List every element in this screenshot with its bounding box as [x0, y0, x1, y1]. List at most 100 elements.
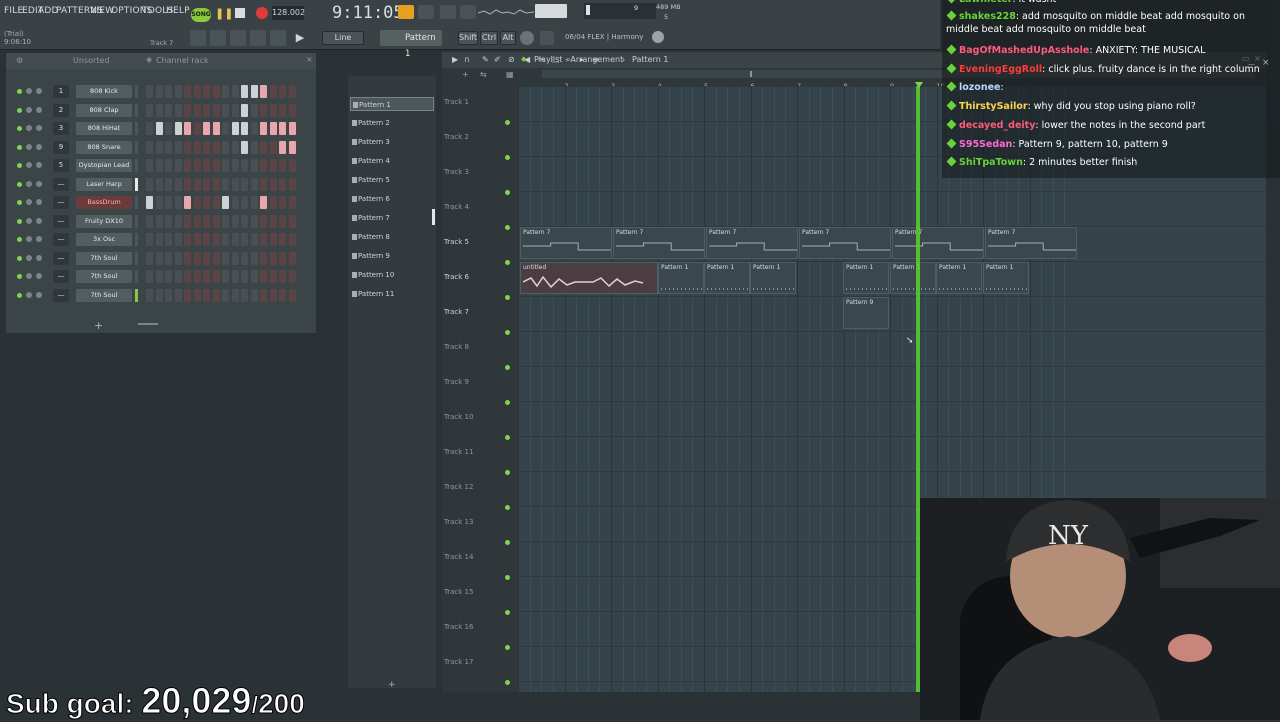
step-button[interactable] — [146, 103, 153, 117]
step-button[interactable] — [155, 177, 163, 191]
step-button[interactable] — [193, 196, 201, 209]
step-button[interactable] — [222, 288, 229, 302]
step-button[interactable] — [231, 85, 239, 98]
pattern-clip[interactable]: Pattern 1 — [983, 262, 1029, 294]
step-button[interactable] — [222, 85, 229, 98]
track-header[interactable]: Track 16 — [444, 623, 504, 657]
tempo-display[interactable]: 128.002 — [272, 6, 305, 20]
step-button[interactable] — [269, 251, 277, 265]
step-button[interactable] — [250, 196, 258, 209]
metronome-icon[interactable] — [398, 5, 414, 19]
track-enable-led[interactable] — [505, 680, 510, 685]
master-volume-icon[interactable] — [535, 4, 567, 18]
step-button[interactable] — [269, 214, 277, 228]
step-button[interactable] — [250, 122, 258, 135]
arrows-icon[interactable]: ⇆ — [480, 70, 487, 79]
step-button[interactable] — [260, 288, 267, 302]
step-button[interactable] — [165, 140, 172, 154]
step-button[interactable] — [231, 140, 239, 154]
step-button[interactable] — [165, 122, 172, 135]
track-header[interactable]: Track 1 — [444, 98, 504, 132]
channel-mute-led[interactable] — [17, 107, 22, 113]
track-header[interactable]: Track 10 — [444, 413, 504, 447]
pan-knob-icon[interactable] — [26, 143, 32, 150]
online-icon[interactable] — [520, 31, 534, 45]
step-button[interactable] — [288, 177, 296, 191]
step-button[interactable] — [222, 140, 229, 154]
step-button[interactable] — [212, 177, 220, 191]
pattern-item[interactable]: Pattern 6 — [350, 192, 434, 206]
play-icon[interactable]: ▶ — [452, 55, 458, 64]
channel-row[interactable]: 3 808 HiHat — [6, 120, 318, 137]
volume-knob-icon[interactable] — [36, 236, 42, 242]
step-button[interactable] — [184, 122, 191, 135]
step-button[interactable] — [260, 214, 267, 228]
step-button[interactable] — [260, 103, 267, 117]
piano-roll-view-icon[interactable] — [210, 30, 226, 46]
pattern-clip[interactable]: Pattern 1 — [704, 262, 750, 294]
step-button[interactable] — [288, 159, 296, 172]
pattern-selector[interactable]: Pattern 1 — [380, 30, 442, 59]
rack-scroll[interactable] — [138, 323, 158, 325]
volume-knob-icon[interactable] — [36, 273, 42, 279]
volume-knob-icon[interactable] — [36, 162, 42, 168]
pattern-clip[interactable]: untitled — [520, 262, 658, 294]
channel-name-button[interactable]: Fruity DX10 — [76, 214, 132, 228]
pause-icon[interactable]: ❚❚ — [215, 7, 233, 21]
track-header[interactable]: Track 13 — [444, 518, 504, 552]
step-button[interactable] — [250, 288, 258, 302]
step-button[interactable] — [260, 159, 267, 172]
pattern-item[interactable]: Pattern 1 — [350, 97, 434, 111]
step-button[interactable] — [241, 214, 248, 228]
alt-button[interactable]: Alt — [500, 31, 516, 45]
gear-icon[interactable]: ⚙ — [16, 56, 23, 65]
step-button[interactable] — [222, 270, 229, 283]
channel-row[interactable]: 9 808 Snare — [6, 139, 318, 156]
mixer-track-number[interactable]: 2 — [53, 103, 69, 117]
channel-row[interactable]: — BassDrum — [6, 194, 318, 211]
step-button[interactable] — [222, 177, 229, 191]
channel-mute-led[interactable] — [17, 200, 22, 205]
pattern-clip[interactable]: Pattern 7 — [613, 227, 705, 259]
step-button[interactable] — [193, 159, 201, 172]
news-icon[interactable] — [540, 31, 554, 45]
track-enable-led[interactable] — [505, 155, 510, 160]
step-button[interactable] — [279, 85, 286, 98]
track-enable-led[interactable] — [505, 610, 510, 615]
mixer-track-number[interactable]: — — [53, 177, 69, 191]
track-header[interactable]: Track 7 — [444, 308, 504, 342]
volume-knob-icon[interactable] — [36, 254, 42, 261]
track-enable-led[interactable] — [505, 575, 510, 580]
pan-knob-icon[interactable] — [26, 125, 32, 131]
step-button[interactable] — [222, 159, 229, 172]
step-button[interactable] — [231, 122, 239, 135]
channel-name-button[interactable]: 808 Snare — [76, 140, 132, 154]
step-button[interactable] — [222, 196, 229, 209]
channel-filter[interactable]: Unsorted — [73, 56, 109, 65]
pattern-clip[interactable]: Pattern 9 — [843, 297, 889, 329]
step-button[interactable] — [203, 122, 210, 135]
step-button[interactable] — [222, 251, 229, 265]
step-button[interactable] — [241, 177, 248, 191]
step-button[interactable] — [250, 214, 258, 228]
pattern-item[interactable]: Pattern 9 — [350, 249, 434, 263]
track-enable-led[interactable] — [505, 225, 510, 230]
step-button[interactable] — [222, 103, 229, 117]
track-enable-led[interactable] — [505, 540, 510, 545]
step-button[interactable] — [146, 251, 153, 265]
channel-row[interactable]: 1 808 Kick — [6, 83, 318, 100]
pan-knob-icon[interactable] — [26, 106, 32, 113]
step-button[interactable] — [279, 159, 286, 172]
channel-row[interactable]: 5 Dystopian Lead — [6, 157, 318, 174]
pan-knob-icon[interactable] — [26, 88, 32, 94]
shift-button[interactable]: Shift — [458, 31, 478, 45]
pattern-clip[interactable]: Pattern 1 — [658, 262, 704, 294]
track-header[interactable]: Track 8 — [444, 343, 504, 377]
step-button[interactable] — [184, 159, 191, 172]
step-button[interactable] — [165, 233, 172, 246]
track-enable-led[interactable] — [505, 120, 510, 125]
step-button[interactable] — [184, 288, 191, 302]
mixer-track-number[interactable]: 9 — [53, 140, 69, 154]
step-button[interactable] — [250, 233, 258, 246]
step-button[interactable] — [203, 159, 210, 172]
